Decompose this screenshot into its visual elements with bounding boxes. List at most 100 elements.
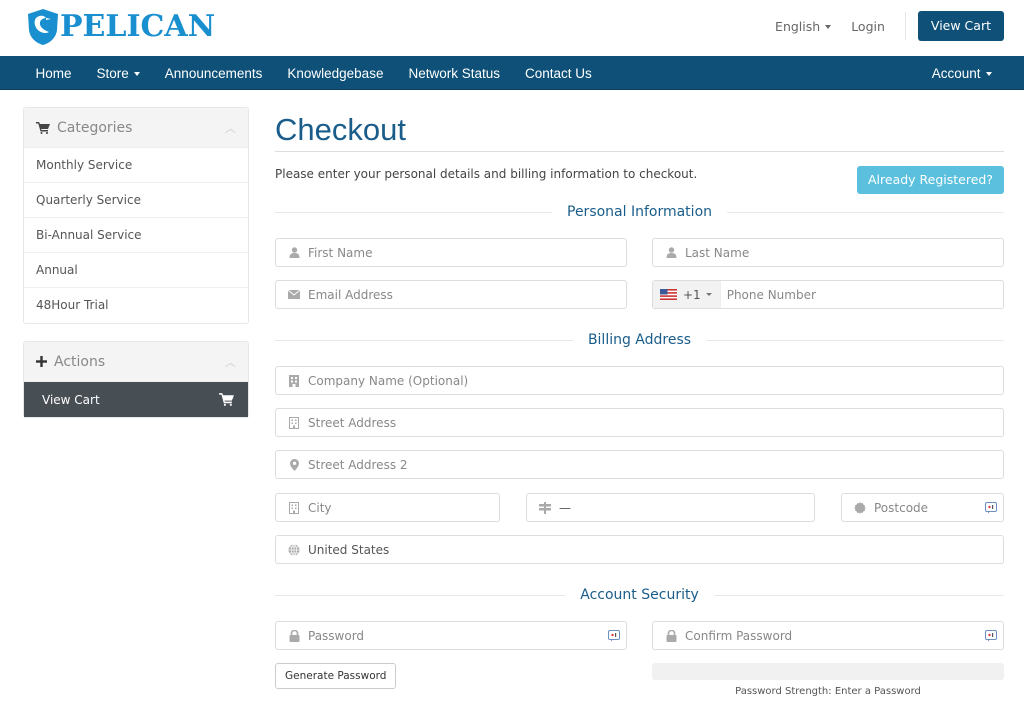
last-name-field[interactable]: Last Name <box>652 238 1004 267</box>
sidebar-item-annual[interactable]: Annual <box>24 253 248 288</box>
pelican-shield-icon <box>28 9 58 45</box>
country-select[interactable]: United States <box>275 535 1004 564</box>
state-value: — <box>559 500 571 515</box>
actions-panel-header[interactable]: Actions ︿ <box>24 342 248 382</box>
last-name-placeholder: Last Name <box>685 245 750 260</box>
divider <box>727 211 1005 213</box>
divider <box>275 339 573 341</box>
street-address-2-field[interactable]: Street Address 2 <box>275 450 1004 479</box>
top-header: PELICAN English Login View Cart <box>0 0 1024 56</box>
section-title: Billing Address <box>587 332 692 348</box>
postcode-placeholder: Postcode <box>874 500 929 515</box>
password-placeholder: Password <box>308 628 365 643</box>
section-account-security: Account Security <box>275 585 1004 605</box>
section-title: Personal Information <box>567 204 713 220</box>
envelope-icon <box>287 288 301 302</box>
building-icon <box>287 374 301 388</box>
nav-item-announcements[interactable]: Announcements <box>152 66 275 81</box>
email-field[interactable]: Email Address <box>275 280 627 309</box>
categories-panel-header[interactable]: Categories ︿ <box>24 108 248 148</box>
already-registered-button[interactable]: Already Registered? <box>857 166 1004 194</box>
nav-item-label: Home <box>35 65 72 81</box>
password-manager-icon[interactable] <box>985 629 997 642</box>
login-link[interactable]: Login <box>841 19 895 34</box>
categories-panel: Categories ︿ Monthly Service Quarterly Se… <box>23 107 249 324</box>
intro-text: Please enter your personal details and b… <box>275 167 698 181</box>
actions-panel: Actions ︿ View Cart <box>23 341 249 418</box>
sidebar-item-monthly-service[interactable]: Monthly Service <box>24 148 248 183</box>
password-manager-icon[interactable] <box>985 501 997 514</box>
section-title: Account Security <box>580 587 699 603</box>
nav-item-contact-us[interactable]: Contact Us <box>513 66 605 81</box>
nav-item-network-status[interactable]: Network Status <box>396 66 513 81</box>
lock-icon <box>287 629 301 643</box>
section-billing-address: Billing Address <box>275 330 1005 350</box>
confirm-password-field[interactable]: Confirm Password <box>652 621 1004 650</box>
country-code-selector[interactable]: +1 <box>653 281 721 308</box>
view-cart-label: View Cart <box>42 392 100 407</box>
brand-name: PELICAN <box>60 9 216 44</box>
company-name-placeholder: Company Name (Optional) <box>308 373 469 388</box>
map-marker-icon <box>287 458 301 472</box>
first-name-field[interactable]: First Name <box>275 238 627 267</box>
nav-item-store[interactable]: Store <box>84 66 152 81</box>
nav-account-label: Account <box>931 65 981 81</box>
nav-right: Account <box>919 56 1004 90</box>
password-strength-bar <box>652 663 1004 680</box>
certificate-icon <box>853 501 867 515</box>
user-icon <box>287 246 301 260</box>
divider <box>904 12 906 40</box>
sidebar-item-48hour-trial[interactable]: 48Hour Trial <box>24 288 248 323</box>
lock-icon <box>664 629 678 643</box>
nav-item-label: Network Status <box>408 65 500 81</box>
company-name-field[interactable]: Company Name (Optional) <box>275 366 1004 395</box>
divider <box>706 339 1005 341</box>
email-placeholder: Email Address <box>308 287 393 302</box>
country-code: +1 <box>683 287 701 302</box>
state-select[interactable]: — <box>526 493 815 522</box>
user-icon <box>664 246 678 260</box>
nav-menu: Home Store Announcements Knowledgebase Netwo… <box>23 56 604 90</box>
signpost-icon <box>538 501 552 515</box>
section-personal-information: Personal Information <box>275 202 1005 222</box>
generate-password-button[interactable]: Generate Password <box>275 663 397 689</box>
shopping-cart-icon <box>219 393 234 406</box>
street-address-field[interactable]: Street Address <box>275 408 1004 437</box>
password-field[interactable]: Password <box>275 621 627 650</box>
chevron-up-icon[interactable]: ︿ <box>225 120 236 136</box>
actions-title: Actions <box>54 353 106 370</box>
us-flag-icon <box>660 289 677 300</box>
view-cart-button[interactable]: View Cart <box>917 11 1004 41</box>
postcode-field[interactable]: Postcode <box>841 493 1004 522</box>
main-navbar: Home Store Announcements Knowledgebase Netwo… <box>0 56 1024 90</box>
country-value: United States <box>308 542 390 557</box>
street-address-2-placeholder: Street Address 2 <box>308 457 408 472</box>
nav-item-label: Knowledgebase <box>287 65 384 81</box>
divider <box>275 211 552 213</box>
sidebar-item-quarterly-service[interactable]: Quarterly Service <box>24 183 248 218</box>
caret-down-icon <box>705 293 712 296</box>
categories-title: Categories <box>57 119 133 136</box>
caret-down-icon <box>133 71 140 76</box>
brand-logo[interactable]: PELICAN <box>26 7 215 47</box>
nav-item-account[interactable]: Account <box>919 66 1004 81</box>
sidebar-item-bi-annual-service[interactable]: Bi-Annual Service <box>24 218 248 253</box>
phone-field[interactable]: +1 Phone Number <box>652 280 1004 309</box>
plus-icon <box>36 356 47 367</box>
sidebar-item-view-cart[interactable]: View Cart <box>24 382 248 417</box>
street-address-placeholder: Street Address <box>308 415 397 430</box>
city-field[interactable]: City <box>275 493 500 522</box>
divider <box>713 594 1004 596</box>
categories-list: Monthly Service Quarterly Service Bi-Annua… <box>24 148 248 323</box>
city-placeholder: City <box>308 500 332 515</box>
title-divider <box>275 151 1004 152</box>
globe-icon <box>287 543 301 557</box>
caret-down-icon <box>985 71 992 76</box>
nav-item-home[interactable]: Home <box>23 66 84 81</box>
chevron-up-icon[interactable]: ︿ <box>225 354 236 370</box>
password-manager-icon[interactable] <box>608 629 620 642</box>
phone-placeholder: Phone Number <box>726 287 816 302</box>
language-selector[interactable]: English <box>765 19 841 34</box>
nav-item-knowledgebase[interactable]: Knowledgebase <box>275 66 396 81</box>
page-title: Checkout <box>275 112 406 147</box>
